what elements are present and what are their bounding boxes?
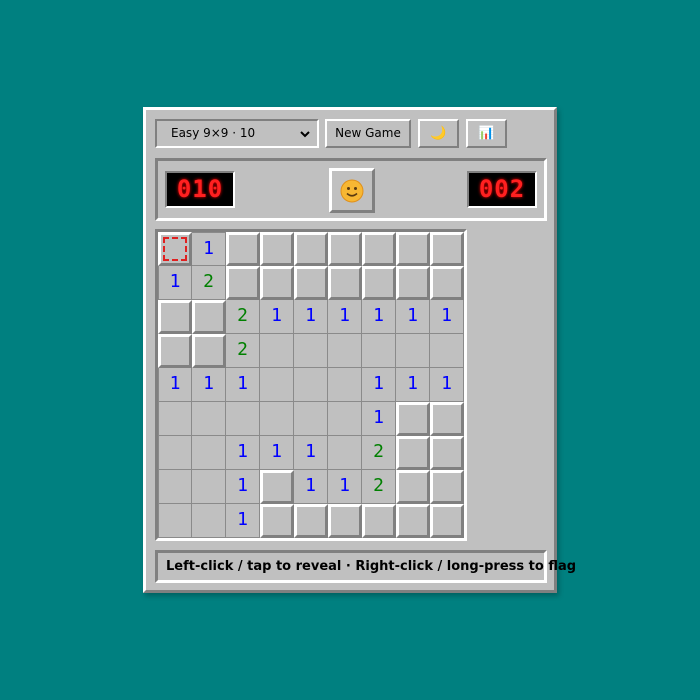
revealed-number-cell: 1 (328, 300, 362, 334)
revealed-empty-cell (328, 368, 362, 402)
revealed-number-cell: 1 (226, 436, 260, 470)
revealed-empty-cell (260, 368, 294, 402)
theme-toggle-button[interactable]: 🌙 (418, 119, 459, 148)
revealed-number-cell: 1 (362, 368, 396, 402)
hidden-cell[interactable] (362, 232, 396, 266)
hidden-cell[interactable] (328, 232, 362, 266)
instructions-text: Left-click / tap to reveal · Right-click… (155, 550, 576, 583)
hidden-cell[interactable] (362, 266, 396, 300)
hidden-cell[interactable] (294, 266, 328, 300)
revealed-number-cell: 1 (158, 266, 192, 300)
hidden-cell[interactable] (294, 504, 328, 538)
hidden-cell[interactable] (260, 470, 294, 504)
minefield-grid: 112211111121111111111211121 (158, 232, 464, 538)
revealed-number-cell: 1 (362, 402, 396, 436)
hidden-cell[interactable] (294, 232, 328, 266)
revealed-number-cell: 1 (260, 436, 294, 470)
minefield: 112211111121111111111211121 (155, 229, 467, 541)
revealed-number-cell: 2 (362, 470, 396, 504)
minesweeper-window: Easy 9×9 · 10 New Game 🌙 📊 010 002 11221… (143, 107, 576, 593)
hidden-cell[interactable] (260, 266, 294, 300)
revealed-number-cell: 1 (396, 368, 430, 402)
revealed-empty-cell (192, 402, 226, 436)
revealed-number-cell: 2 (362, 436, 396, 470)
revealed-empty-cell (158, 504, 192, 538)
revealed-empty-cell (362, 334, 396, 368)
revealed-empty-cell (158, 402, 192, 436)
revealed-number-cell: 1 (226, 470, 260, 504)
revealed-empty-cell (328, 334, 362, 368)
hidden-cell[interactable] (430, 266, 464, 300)
hidden-cell[interactable] (430, 504, 464, 538)
hidden-cell[interactable] (396, 470, 430, 504)
mines-remaining-counter: 010 (165, 171, 235, 208)
timer-counter: 002 (467, 171, 537, 208)
stats-button[interactable]: 📊 (466, 119, 507, 148)
hidden-cell[interactable] (430, 402, 464, 436)
revealed-number-cell: 1 (430, 368, 464, 402)
revealed-number-cell: 1 (192, 368, 226, 402)
revealed-number-cell: 1 (294, 300, 328, 334)
revealed-empty-cell (328, 402, 362, 436)
revealed-empty-cell (260, 334, 294, 368)
revealed-empty-cell (260, 402, 294, 436)
revealed-number-cell: 1 (226, 368, 260, 402)
new-game-button[interactable]: New Game (325, 119, 411, 148)
hidden-cell[interactable] (430, 436, 464, 470)
difficulty-selected-label: Easy 9×9 · 10 (171, 126, 256, 140)
difficulty-select[interactable]: Easy 9×9 · 10 (155, 119, 319, 148)
revealed-number-cell: 1 (396, 300, 430, 334)
revealed-number-cell: 2 (226, 334, 260, 368)
revealed-empty-cell (158, 436, 192, 470)
moon-icon: 🌙 (430, 126, 447, 141)
hidden-cell[interactable] (260, 504, 294, 538)
revealed-empty-cell (294, 334, 328, 368)
hidden-cell[interactable] (192, 300, 226, 334)
revealed-number-cell: 2 (192, 266, 226, 300)
bar-chart-icon: 📊 (478, 126, 495, 141)
revealed-number-cell: 1 (362, 300, 396, 334)
hidden-cell[interactable] (396, 402, 430, 436)
reset-face-button[interactable] (329, 168, 375, 213)
revealed-empty-cell (396, 334, 430, 368)
revealed-number-cell: 1 (158, 368, 192, 402)
revealed-number-cell: 1 (294, 436, 328, 470)
hidden-cell[interactable] (430, 232, 464, 266)
status-bar: 010 002 (155, 158, 547, 221)
hidden-cell[interactable] (158, 334, 192, 368)
hidden-cell[interactable] (362, 504, 396, 538)
revealed-empty-cell (430, 334, 464, 368)
revealed-number-cell: 1 (294, 470, 328, 504)
hidden-cell[interactable] (396, 436, 430, 470)
revealed-number-cell: 1 (226, 504, 260, 538)
hidden-cell[interactable] (226, 266, 260, 300)
hidden-cell[interactable] (396, 232, 430, 266)
revealed-number-cell: 1 (260, 300, 294, 334)
hidden-cell[interactable] (226, 232, 260, 266)
revealed-number-cell: 2 (226, 300, 260, 334)
hidden-cell[interactable] (328, 504, 362, 538)
revealed-empty-cell (192, 470, 226, 504)
revealed-empty-cell (294, 368, 328, 402)
revealed-empty-cell (226, 402, 260, 436)
revealed-empty-cell (158, 470, 192, 504)
revealed-number-cell: 1 (328, 470, 362, 504)
hidden-cell[interactable] (192, 334, 226, 368)
smiley-face-icon (340, 179, 364, 203)
revealed-empty-cell (328, 436, 362, 470)
hidden-cell[interactable] (396, 504, 430, 538)
hidden-cell[interactable] (158, 300, 192, 334)
revealed-empty-cell (192, 504, 226, 538)
chevron-down-icon (299, 121, 311, 156)
toolbar: Easy 9×9 · 10 New Game 🌙 📊 (155, 119, 545, 149)
revealed-number-cell: 1 (192, 232, 226, 266)
hidden-cell[interactable] (260, 232, 294, 266)
hidden-cell[interactable] (430, 470, 464, 504)
revealed-number-cell: 1 (430, 300, 464, 334)
revealed-empty-cell (192, 436, 226, 470)
hidden-cell[interactable] (396, 266, 430, 300)
hidden-cell[interactable] (158, 232, 192, 266)
hidden-cell[interactable] (328, 266, 362, 300)
revealed-empty-cell (294, 402, 328, 436)
